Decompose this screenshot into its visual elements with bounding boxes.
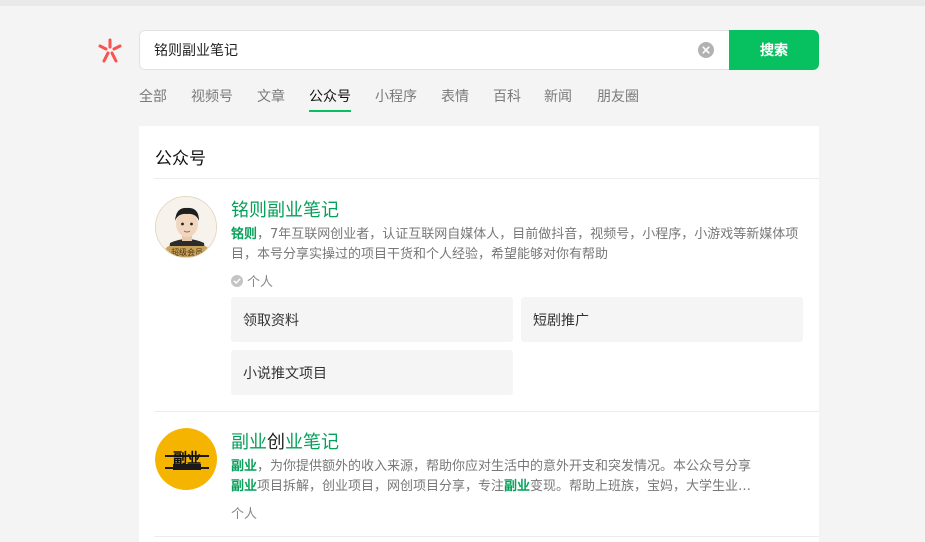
divider	[154, 178, 819, 179]
account-description: 副业，为你提供额外的收入来源，帮助你应对生活中的意外开支和突发情况。本公众号分享…	[231, 457, 807, 497]
description-highlight: 副业	[504, 479, 531, 494]
account-name[interactable]: 副业创业笔记	[231, 428, 339, 454]
tab-channels[interactable]: 视频号	[191, 86, 233, 106]
wechat-search-logo-icon[interactable]	[97, 38, 123, 64]
description-highlight: 铭则	[231, 227, 258, 242]
description-highlight: 副业	[231, 459, 258, 474]
search-button[interactable]: 搜索	[729, 30, 819, 70]
description-text: 变现。帮助上班族，宝妈，大学生业…	[530, 479, 752, 494]
search-box	[139, 30, 731, 70]
account-avatar[interactable]: 超级会员	[155, 196, 217, 258]
menu-item-short-drama-promo[interactable]: 短剧推广	[521, 297, 803, 342]
name-highlight: 副业	[231, 432, 267, 453]
tab-mini-programs[interactable]: 小程序	[375, 86, 417, 106]
account-type-label: 个人	[231, 507, 258, 522]
search-input[interactable]	[154, 40, 674, 60]
tab-encyclopedia[interactable]: 百科	[493, 86, 521, 106]
avatar-badge: 超级会员	[171, 248, 203, 257]
divider	[154, 536, 819, 537]
avatar-logo-text: 副业	[173, 451, 201, 467]
name-highlight: 业笔记	[285, 432, 339, 453]
clear-icon[interactable]	[698, 42, 714, 58]
account-description: 铭则，7年互联网创业者，认证互联网自媒体人，目前做抖音，视频号，小程序，小游戏等…	[231, 225, 807, 265]
active-tab-indicator	[309, 110, 351, 112]
tab-news[interactable]: 新闻	[544, 86, 572, 106]
tab-official-accounts[interactable]: 公众号	[309, 86, 351, 106]
description-text: 项目拆解，创业项目，网创项目分享，专注	[257, 479, 505, 494]
account-type: 个人	[231, 271, 273, 290]
description-text: ，7年互联网创业者，认证互联网自媒体人，目前做抖音，视频号，小程序，小游戏等新媒…	[231, 227, 799, 262]
top-bar	[0, 0, 925, 6]
tab-all[interactable]: 全部	[139, 86, 167, 106]
account-type: 个人	[231, 503, 257, 522]
section-title: 公众号	[155, 149, 206, 169]
description-text: ，为你提供额外的收入来源，帮助你应对生活中的意外开支和突发情况。本公众号分享	[257, 459, 752, 474]
account-avatar[interactable]: 副业	[155, 428, 217, 490]
name-text: 创	[267, 432, 285, 453]
description-highlight: 副业	[231, 479, 258, 494]
account-name[interactable]: 铭则副业笔记	[231, 196, 339, 222]
account-type-label: 个人	[247, 275, 274, 290]
divider	[154, 411, 819, 412]
results-panel: 公众号 超级会员 铭则副业笔记 铭则，7年互联网创业者，认证互联网自媒体人，目前…	[139, 126, 819, 542]
tab-articles[interactable]: 文章	[257, 86, 285, 106]
menu-item-get-materials[interactable]: 领取资料	[231, 297, 513, 342]
personal-verified-icon	[231, 274, 243, 287]
menu-item-novel-promo-project[interactable]: 小说推文项目	[231, 350, 513, 395]
tab-moments[interactable]: 朋友圈	[597, 86, 639, 106]
tab-stickers[interactable]: 表情	[441, 86, 469, 106]
